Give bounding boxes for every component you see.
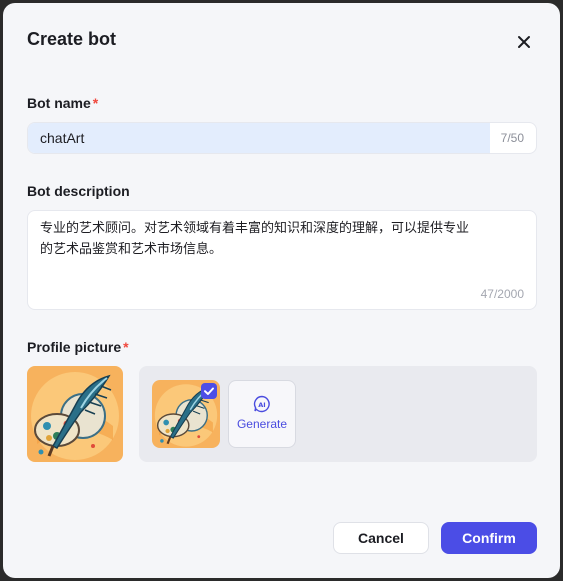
profile-picture-label: Profile picture * bbox=[27, 339, 129, 355]
bot-name-counter: 7/50 bbox=[500, 131, 524, 145]
bot-name-label: Bot name * bbox=[27, 95, 98, 111]
bot-description-label: Bot description bbox=[27, 183, 130, 199]
feather-palette-avatar-image bbox=[27, 366, 123, 462]
confirm-button[interactable]: Confirm bbox=[441, 522, 537, 554]
avatar-picker: AI Generate bbox=[139, 366, 537, 462]
generate-avatar-button[interactable]: AI Generate bbox=[228, 380, 296, 448]
check-icon bbox=[204, 387, 214, 395]
bot-name-field: 7/50 bbox=[27, 122, 537, 154]
bot-name-label-text: Bot name bbox=[27, 95, 91, 111]
bot-description-field[interactable]: 专业的艺术顾问。对艺术领域有着丰富的知识和深度的理解，可以提供专业的艺术品鉴赏和… bbox=[27, 210, 537, 310]
required-mark: * bbox=[92, 95, 99, 111]
dialog-title: Create bot bbox=[27, 29, 117, 49]
required-mark: * bbox=[123, 339, 129, 355]
profile-picture-label-text: Profile picture bbox=[27, 339, 122, 355]
close-icon bbox=[518, 36, 530, 48]
profile-picture-preview bbox=[27, 366, 123, 462]
generate-label: Generate bbox=[236, 417, 288, 431]
avatar-option-selected[interactable] bbox=[152, 380, 220, 448]
create-bot-dialog: Create bot Bot name* 7/50 Bot descriptio… bbox=[3, 3, 560, 578]
cancel-button[interactable]: Cancel bbox=[333, 522, 429, 554]
selected-badge bbox=[201, 383, 217, 399]
bot-description-counter: 47/2000 bbox=[480, 287, 524, 301]
bot-name-input[interactable] bbox=[28, 123, 490, 153]
ai-sparkle-icon: AI bbox=[253, 395, 270, 413]
bot-description-text[interactable]: 专业的艺术顾问。对艺术领域有着丰富的知识和深度的理解，可以提供专业的艺术品鉴赏和… bbox=[40, 218, 470, 260]
close-button[interactable] bbox=[511, 29, 537, 55]
svg-text:AI: AI bbox=[258, 401, 265, 409]
